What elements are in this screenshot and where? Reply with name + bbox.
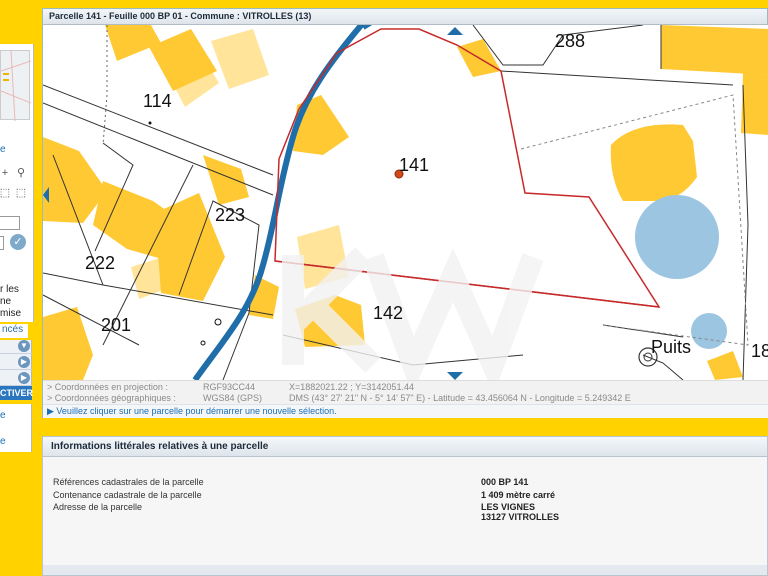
selection-hint: ▶ Veuillez cliquer sur une parcelle pour… [43,404,768,418]
info-panel-footer [43,565,767,575]
info-value: 000 BP 141 [481,477,529,487]
option-row[interactable]: ▶ [0,356,32,370]
advanced-search-tab[interactable]: ncés [0,324,28,338]
chevron-right-icon[interactable]: ▶ [18,356,30,368]
map-window: Parcelle 141 - Feuille 000 BP 01 - Commu… [42,8,768,418]
search-form-panel: ✓ r les ne mise [0,212,34,322]
info-label: Adresse de la parcelle [53,502,143,512]
info-label: Références cadastrales de la parcelle [53,477,204,487]
chevron-right-icon[interactable]: ▶ [18,372,30,384]
sidebar-bottom-link[interactable]: e [0,436,6,447]
projection-label: > Coordonnées en projection : [47,382,168,392]
geo-value: DMS (43° 27' 21" N - 5° 14' 57" E) - Lat… [289,393,631,403]
left-sidebar: e + ⚲ ⬚ ⬚ ✓ r les ne mise ncés ▼ ▶ ▶ CTI… [0,0,36,576]
parcel-label[interactable]: 222 [85,253,115,273]
parcel-label[interactable]: 223 [215,205,245,225]
overview-minimap[interactable] [0,50,32,122]
sidebar-bottom-link[interactable]: e [0,410,6,421]
sidebar-bottom-panel: e e [0,404,32,452]
projection-system: RGF93CC44 [203,382,256,392]
info-value-line2: 13127 VITROLLES [481,512,560,522]
parcel-label[interactable]: 201 [101,315,131,335]
sidebar-help-text: r les ne mise [0,284,33,320]
option-row[interactable]: ▼ [0,340,32,354]
projection-value: X=1882021.22 ; Y=3142051.44 [289,382,414,392]
advanced-options-panel: ▼ ▶ ▶ [0,340,32,386]
geo-system: WGS84 (GPS) [203,393,263,403]
map-window-title: Parcelle 141 - Feuille 000 BP 01 - Commu… [43,9,767,25]
cadastral-map[interactable]: 288 114 141 223 222 142 201 18 Puits [43,25,768,380]
parcel-label-selected[interactable]: 141 [399,155,429,175]
overview-panel: e [0,44,34,170]
parcel-label[interactable]: 288 [555,31,585,51]
option-row[interactable]: ▶ [0,372,32,386]
parcel-number-input[interactable] [0,236,4,250]
overview-link[interactable]: e [0,144,6,155]
info-value: 1 409 mètre carré [481,490,556,500]
info-value: LES VIGNES [481,502,536,512]
help-line-2: ne mise [0,296,22,319]
info-panel-body: Références cadastrales de la parcelle 00… [43,457,767,565]
place-label: Puits [651,337,691,357]
validate-check-icon[interactable]: ✓ [10,234,26,250]
select-box-icon[interactable]: ⬚ [0,186,12,200]
chevron-down-icon[interactable]: ▼ [18,340,30,352]
coordinates-bar: > Coordonnées en projection : RGF93CC44 … [43,380,768,404]
section-select[interactable] [0,216,20,230]
magnifier-icon[interactable]: ⚲ [14,166,28,180]
parcel-label[interactable]: 142 [373,303,403,323]
info-label: Contenance cadastrale de la parcelle [53,490,202,500]
geo-label: > Coordonnées géographiques : [47,393,176,403]
activate-button[interactable]: CTIVER [0,386,33,400]
marquee-icon[interactable]: ⬚ [14,186,28,200]
info-panel-title: Informations littérales relatives à une … [43,437,767,457]
parcel-label[interactable]: 114 [143,91,172,111]
parcel-label[interactable]: 18 [751,341,768,361]
parcel-info-panel: Informations littérales relatives à une … [42,436,768,576]
help-line-1: r les [0,284,19,295]
zoom-in-tool-icon[interactable]: + [0,166,12,180]
